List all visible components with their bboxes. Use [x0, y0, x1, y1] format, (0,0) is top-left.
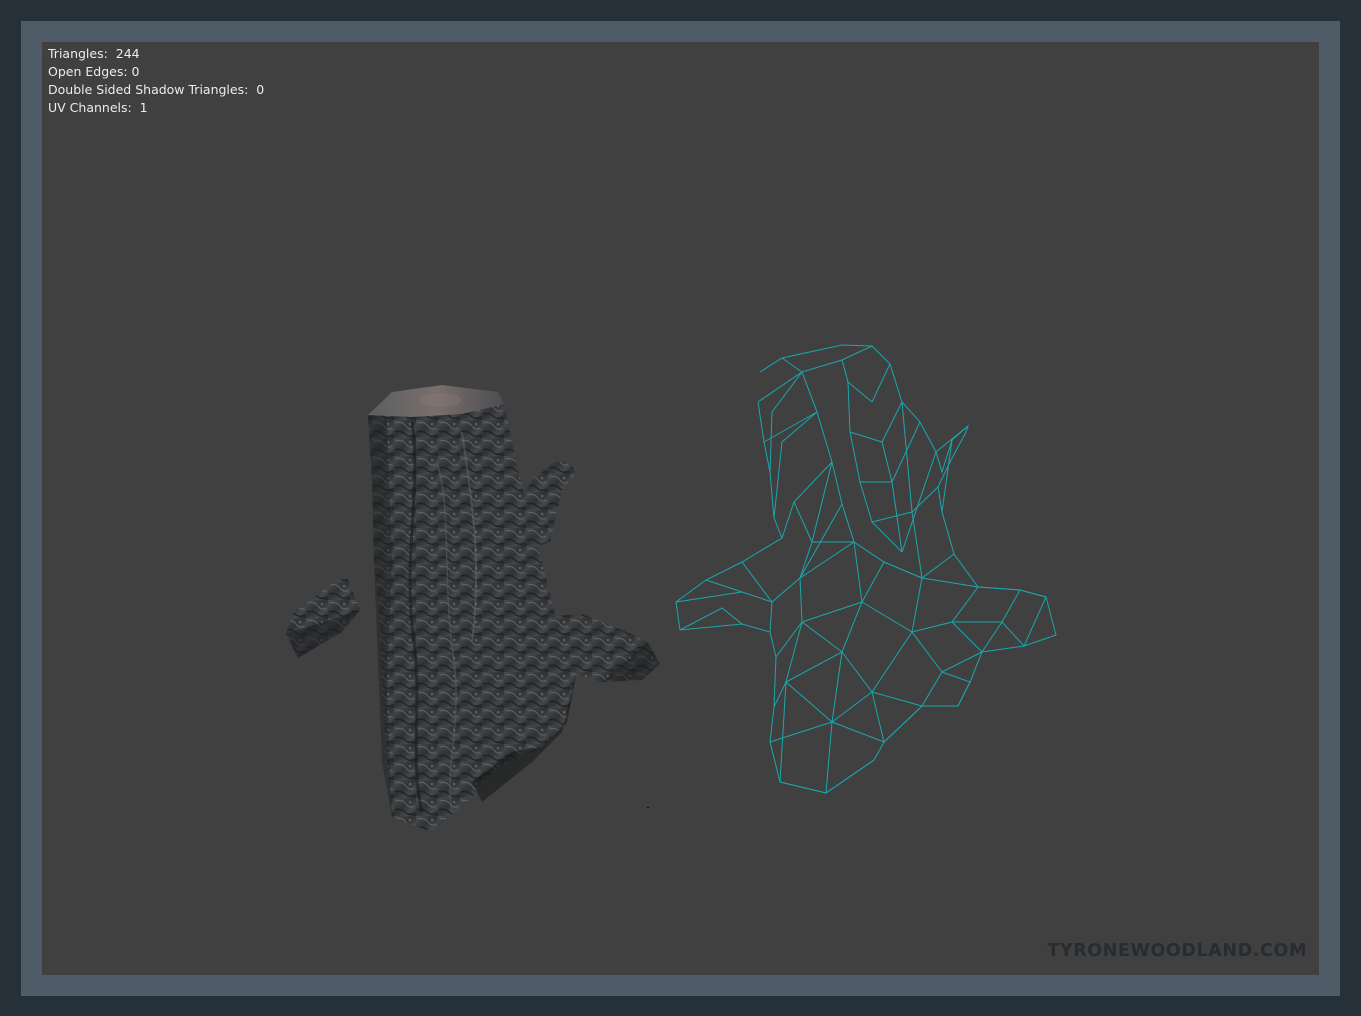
3d-viewport[interactable]: Triangles: 244 Open Edges: 0 Double Side… [42, 42, 1319, 975]
textured-tree-stump-model[interactable] [286, 385, 660, 832]
watermark-logo: TYRONEWOODLAND.COM [1047, 941, 1307, 961]
stray-pixel [647, 807, 649, 808]
scene-canvas [286, 344, 1057, 832]
wireframe-tree-stump-model[interactable] [675, 344, 1057, 794]
